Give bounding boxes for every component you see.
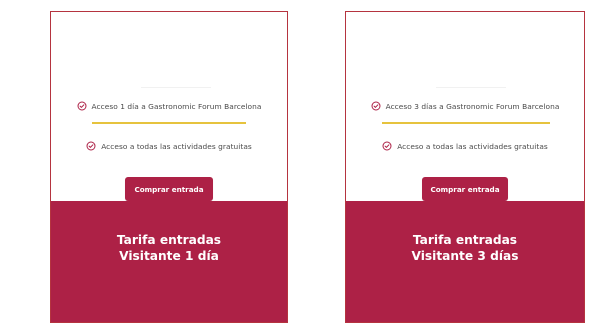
feature-label: Acceso 1 día a Gastronomic Forum Barcelo…: [91, 101, 262, 111]
buy-ticket-button[interactable]: Comprar entrada: [125, 177, 213, 201]
feature-item: Acceso 1 día a Gastronomic Forum Barcelo…: [51, 101, 287, 111]
card-title-line-1: Tarifa entradas: [116, 233, 222, 247]
feature-divider: [382, 122, 550, 124]
buy-ticket-button[interactable]: Comprar entrada: [422, 177, 508, 201]
card-title-line-1: Tarifa entradas: [412, 233, 518, 247]
card-title-line-2: Visitante 3 días: [411, 249, 519, 263]
feature-item: Acceso a todas las actividades gratuitas: [51, 141, 287, 151]
faint-line: [436, 87, 506, 88]
feature-label: Acceso a todas las actividades gratuitas: [101, 141, 252, 151]
feature-label: Acceso a todas las actividades gratuitas: [397, 141, 548, 151]
check-circle-icon: [371, 101, 381, 111]
card-title: Tarifa entradas Visitante 1 día: [51, 232, 287, 264]
card-top-section: Acceso 3 días a Gastronomic Forum Barcel…: [346, 12, 584, 201]
card-title-line-2: Visitante 1 día: [119, 249, 219, 263]
check-circle-icon: [86, 141, 96, 151]
pricing-cards: Acceso 1 día a Gastronomic Forum Barcelo…: [0, 0, 590, 323]
feature-divider: [92, 122, 246, 124]
ticket-card-3-days: Acceso 3 días a Gastronomic Forum Barcel…: [345, 11, 585, 323]
check-circle-icon: [77, 101, 87, 111]
ticket-card-1-day: Acceso 1 día a Gastronomic Forum Barcelo…: [50, 11, 288, 323]
feature-item: Acceso a todas las actividades gratuitas: [346, 141, 584, 151]
feature-item: Acceso 3 días a Gastronomic Forum Barcel…: [346, 101, 584, 111]
faint-line: [141, 87, 211, 88]
card-top-section: Acceso 1 día a Gastronomic Forum Barcelo…: [51, 12, 287, 201]
card-title: Tarifa entradas Visitante 3 días: [346, 232, 584, 264]
feature-label: Acceso 3 días a Gastronomic Forum Barcel…: [385, 101, 560, 111]
check-circle-icon: [382, 141, 392, 151]
